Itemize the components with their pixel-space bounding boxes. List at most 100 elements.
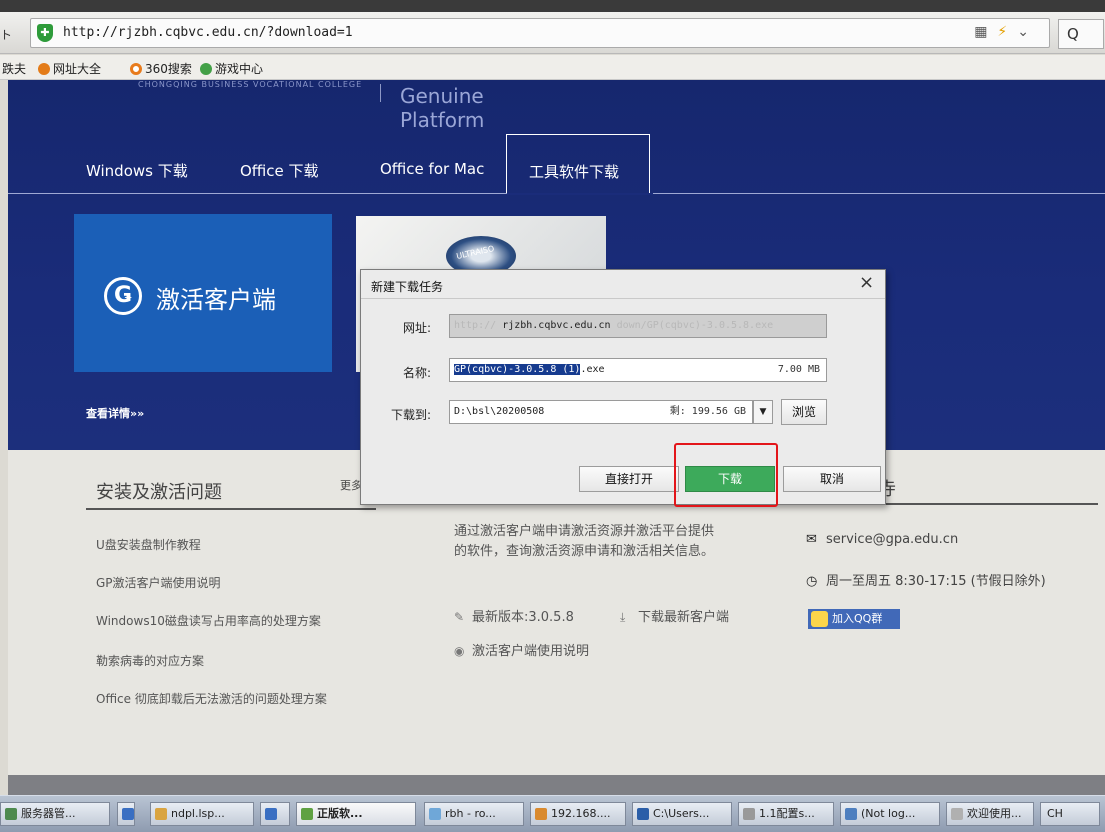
tab-tools[interactable]: 工具软件下载	[506, 134, 650, 194]
search-button[interactable]: Q	[1058, 19, 1104, 49]
name-label: 名称:	[402, 366, 431, 380]
url-label: 网址:	[402, 321, 431, 335]
hours-line: ◷ 周一至周五 8:30-17:15 (节假日除外)	[806, 570, 1046, 589]
more-link[interactable]: 更多	[340, 477, 362, 493]
tab-windows[interactable]: Windows 下载	[86, 160, 188, 181]
list-item[interactable]: GP激活客户端使用说明	[96, 574, 221, 591]
page-footer	[8, 775, 1105, 795]
logo: CHONGQING BUSINESS VOCATIONAL COLLEGE Ge…	[68, 80, 484, 132]
game-icon	[200, 63, 212, 75]
tab-office[interactable]: Office 下载	[240, 160, 319, 181]
network-icon	[535, 808, 547, 820]
url-input[interactable]: ✚ http://rjzbh.cqbvc.edu.cn/?download=1 …	[30, 18, 1050, 48]
taskbar-item-ndpl[interactable]: ndpl.lsp...	[150, 802, 254, 826]
fav-item-3[interactable]: 游戏中心	[200, 60, 263, 77]
taskbar-item-small[interactable]	[117, 802, 135, 826]
qr-icon[interactable]: ▦	[974, 24, 997, 40]
fav-label: 网址大全	[53, 62, 102, 76]
file-size: 7.00 MB	[777, 364, 820, 375]
remote-icon	[429, 808, 441, 820]
server-icon	[5, 808, 17, 820]
url-path: down/GP(cqbvc)-3.0.5.8.exe	[616, 320, 774, 331]
taskbar-item-cmd[interactable]: C:\Users...	[632, 802, 732, 826]
search-icon: Q	[1067, 25, 1079, 43]
url-host: rjzbh.cqbvc.edu.cn	[502, 320, 611, 331]
filename-field[interactable]: GP(cqbvc)-3.0.5.8 (1).exe 7.00 MB	[449, 358, 827, 382]
monitor-bezel	[0, 0, 1105, 12]
terminal-icon	[637, 808, 649, 820]
mail-icon: ✉	[806, 532, 817, 547]
taskbar-item-rbh[interactable]: rbh - ro...	[424, 802, 524, 826]
fav-label: 游戏中心	[215, 62, 264, 76]
open-directly-button[interactable]: 直接打开	[579, 466, 679, 492]
taskbar-label: ndpl.lsp...	[171, 807, 225, 820]
fav-label: 跌夫	[2, 62, 27, 76]
tab-office-mac[interactable]: Office for Mac	[380, 160, 484, 178]
taskbar-item-config[interactable]: 1.1配置s...	[738, 802, 834, 826]
save-path-field[interactable]: D:\bsl\20200508 剩: 199.56 GB	[449, 400, 753, 424]
chevron-down-icon[interactable]: ⌄	[1017, 24, 1039, 40]
card-title: 激活客户端	[156, 286, 276, 314]
version-line: ✎ 最新版本:3.0.5.8	[454, 606, 574, 625]
taskbar-item-server[interactable]: 服务器管...	[0, 802, 110, 826]
taskbar-label: 1.1配置s...	[759, 807, 815, 820]
taskbar-item-genuine[interactable]: 正版软...	[296, 802, 416, 826]
details-link[interactable]: 查看详情»»	[86, 405, 144, 421]
fav-item-0[interactable]: 跌夫	[2, 60, 26, 77]
close-icon[interactable]: ×	[859, 274, 874, 292]
search-icon	[130, 63, 142, 75]
download-client-text: 下载最新客户端	[638, 610, 730, 625]
platform-title: Genuine Platform	[400, 84, 485, 132]
school-name: CHONGQING BUSINESS VOCATIONAL COLLEGE	[138, 80, 363, 89]
new-download-dialog: 新建下载任务 × 网址: http:// rjzbh.cqbvc.edu.cn …	[360, 269, 886, 505]
list-item[interactable]: Office 彻底卸载后无法激活的问题处理方案	[96, 690, 327, 707]
download-url-field[interactable]: http:// rjzbh.cqbvc.edu.cn down/GP(cqbvc…	[449, 314, 827, 338]
language-indicator[interactable]: CH	[1040, 802, 1100, 826]
list-item[interactable]: Windows10磁盘读写占用率高的处理方案	[96, 612, 321, 629]
fav-item-2[interactable]: 360搜索	[130, 60, 192, 77]
taskbar-label: 192.168....	[551, 807, 611, 820]
questions-title: 安装及激活问题	[96, 482, 222, 503]
list-item[interactable]: 勒索病毒的对应方案	[96, 652, 204, 669]
taskbar-item-welcome[interactable]: 欢迎使用...	[946, 802, 1034, 826]
highlight-box	[674, 443, 778, 507]
qq-group-button[interactable]: 加入QQ群	[808, 609, 900, 629]
gp-icon: ◉	[454, 644, 465, 658]
app-icon	[845, 808, 857, 820]
app-icon	[122, 808, 134, 820]
taskbar-item-ip[interactable]: 192.168....	[530, 802, 626, 826]
cancel-button[interactable]: 取消	[783, 466, 881, 492]
address-bar: ト ✚ http://rjzbh.cqbvc.edu.cn/?download=…	[0, 12, 1105, 54]
version-text: 最新版本:3.0.5.8	[472, 610, 574, 625]
usage-link[interactable]: ◉ 激活客户端使用说明	[454, 640, 589, 659]
taskbar-label: 正版软...	[317, 807, 363, 820]
filename-ext: .exe	[580, 364, 605, 375]
logo-divider	[380, 84, 381, 102]
favorites-bar: 跌夫 网址大全 360搜索 游戏中心	[0, 55, 1105, 80]
email-line[interactable]: ✉ service@gpa.edu.cn	[806, 532, 958, 547]
qq-icon	[811, 611, 828, 627]
url-text: http://rjzbh.cqbvc.edu.cn/?download=1	[63, 25, 353, 40]
taskbar-label: 服务器管...	[21, 807, 76, 820]
taskbar-item-notlog[interactable]: (Not log...	[840, 802, 940, 826]
bolt-icon[interactable]: ⚡	[997, 24, 1017, 40]
filename-selected: GP(cqbvc)-3.0.5.8 (1)	[454, 364, 581, 375]
activate-client-card[interactable]: Ǥ 激活客户端	[74, 214, 332, 372]
free-space: 剩: 199.56 GB	[669, 406, 746, 417]
hours-text: 周一至周五 8:30-17:15 (节假日除外)	[826, 574, 1046, 589]
gp-logo-icon: Ǥ	[104, 277, 142, 315]
fav-label: 360搜索	[145, 62, 192, 76]
browser-icon	[301, 808, 313, 820]
taskbar-label: rbh - ro...	[445, 807, 496, 820]
save-path: D:\bsl\20200508	[454, 406, 545, 417]
tab-underline-gap	[507, 193, 653, 195]
path-dropdown-button[interactable]: ▼	[753, 400, 773, 424]
list-item[interactable]: U盘安装盘制作教程	[96, 536, 201, 553]
file-icon	[155, 808, 167, 820]
app-icon	[951, 808, 963, 820]
dialog-divider	[361, 298, 885, 299]
taskbar-item-blank[interactable]	[260, 802, 290, 826]
browse-button[interactable]: 浏览	[781, 399, 827, 425]
download-client-link[interactable]: ⤓ 下载最新客户端	[620, 606, 729, 625]
fav-item-1[interactable]: 网址大全	[38, 60, 101, 77]
